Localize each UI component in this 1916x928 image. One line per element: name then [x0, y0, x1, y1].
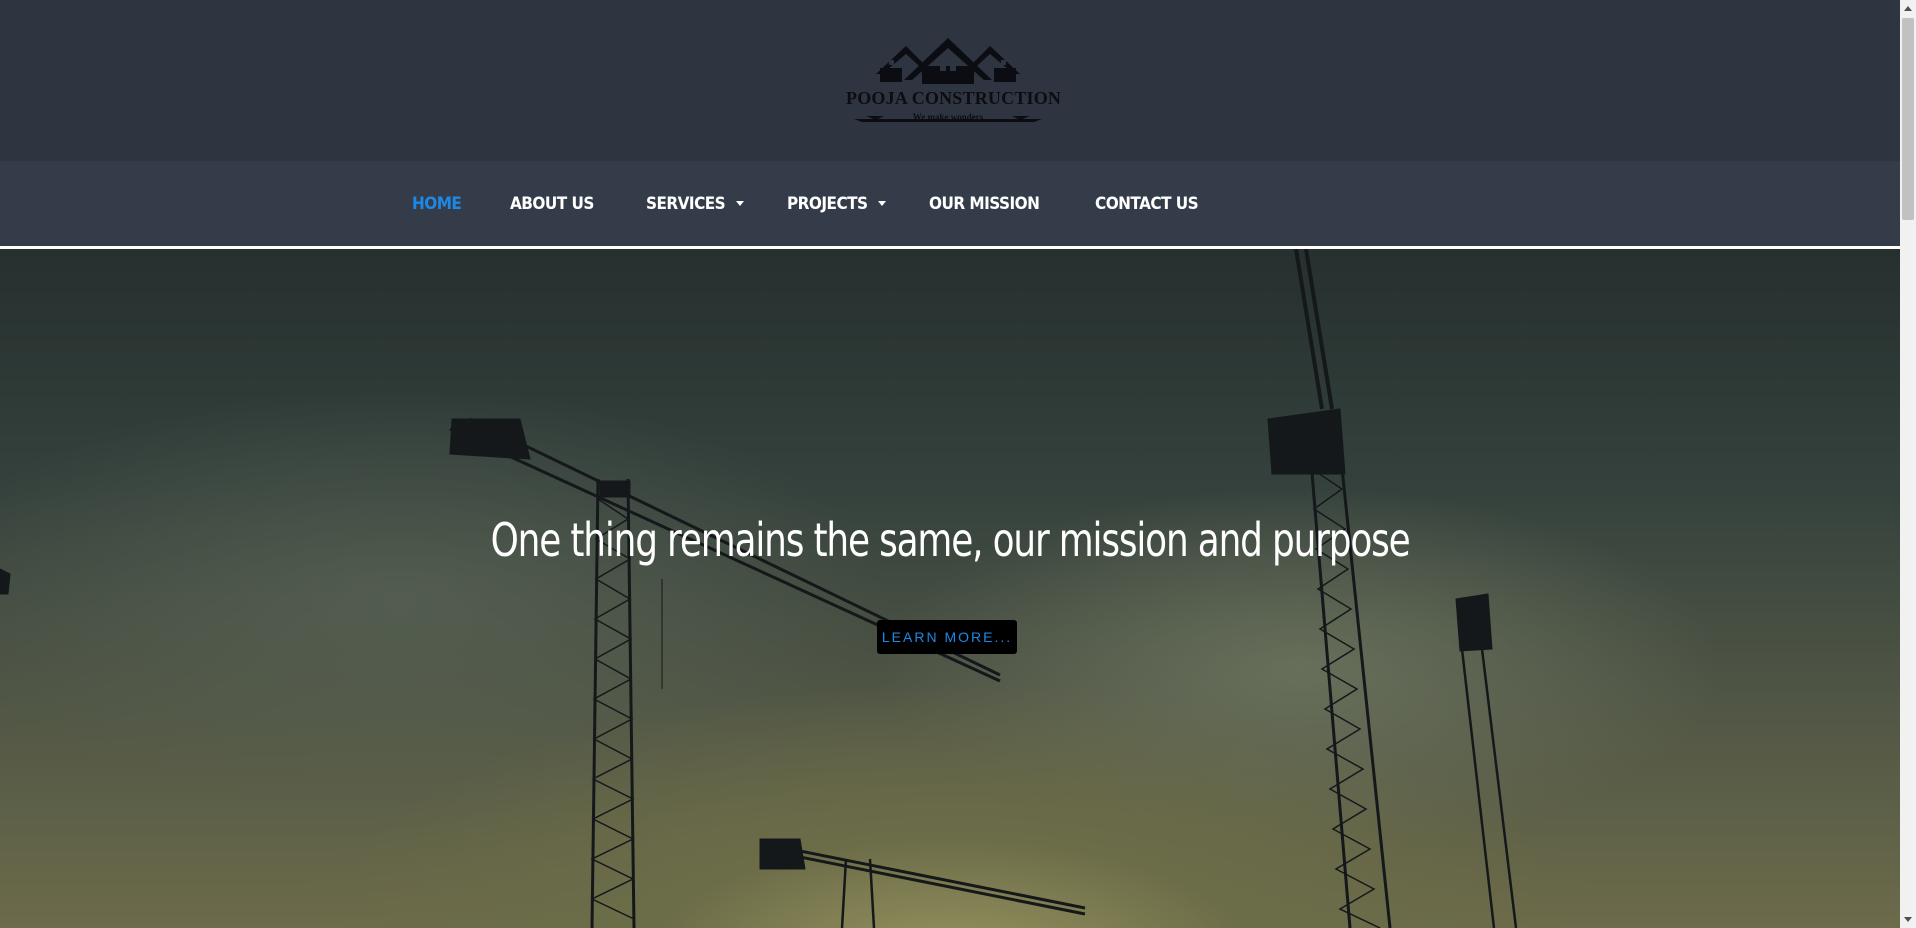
nav-item-label: OUR MISSION	[929, 193, 1040, 214]
learn-more-button[interactable]: LEARN MORE...	[877, 620, 1017, 654]
page: POOJA CONSTRUCTION We make wonders HOME …	[0, 0, 1916, 928]
nav-item-about-us[interactable]: ABOUT US	[510, 194, 603, 214]
hero-title-text: One thing remains the same, our mission …	[490, 513, 1411, 567]
nav-item-label: SERVICES	[645, 193, 726, 214]
scroll-up-arrow-icon[interactable]	[1904, 6, 1912, 11]
scroll-down-arrow-icon[interactable]	[1904, 917, 1912, 922]
hero-banner: One thing remains the same, our mission …	[0, 249, 1900, 928]
nav-item-our-mission[interactable]: OUR MISSION	[929, 194, 1052, 214]
page-scrollbar[interactable]	[1900, 0, 1916, 928]
nav-item-label: HOME	[412, 193, 462, 214]
nav-item-label: PROJECTS	[786, 193, 868, 214]
caret-down-icon	[735, 201, 744, 206]
brand-logo[interactable]: POOJA CONSTRUCTION We make wonders	[846, 36, 1062, 128]
nav-item-label: CONTACT US	[1095, 193, 1199, 214]
nav-item-contact-us[interactable]: CONTACT US	[1095, 194, 1210, 214]
main-navigation: HOME ABOUT US SERVICES PROJECTS OUR MISS…	[0, 161, 1900, 249]
scrollbar-thumb[interactable]	[1902, 18, 1914, 220]
brand-tagline: We make wonders	[912, 112, 984, 122]
nav-item-home[interactable]: HOME	[412, 194, 467, 214]
site-header: POOJA CONSTRUCTION We make wonders	[0, 0, 1900, 161]
nav-item-services[interactable]: SERVICES	[646, 194, 744, 214]
nav-item-projects[interactable]: PROJECTS	[786, 193, 887, 214]
brand-name: POOJA CONSTRUCTION	[846, 88, 1062, 108]
cranes-background-image	[0, 249, 1518, 928]
caret-down-icon	[878, 201, 887, 206]
hero-title: One thing remains the same, our mission …	[0, 513, 1900, 567]
nav-list: HOME ABOUT US SERVICES PROJECTS OUR MISS…	[412, 161, 1253, 246]
nav-item-label: ABOUT US	[509, 193, 594, 214]
